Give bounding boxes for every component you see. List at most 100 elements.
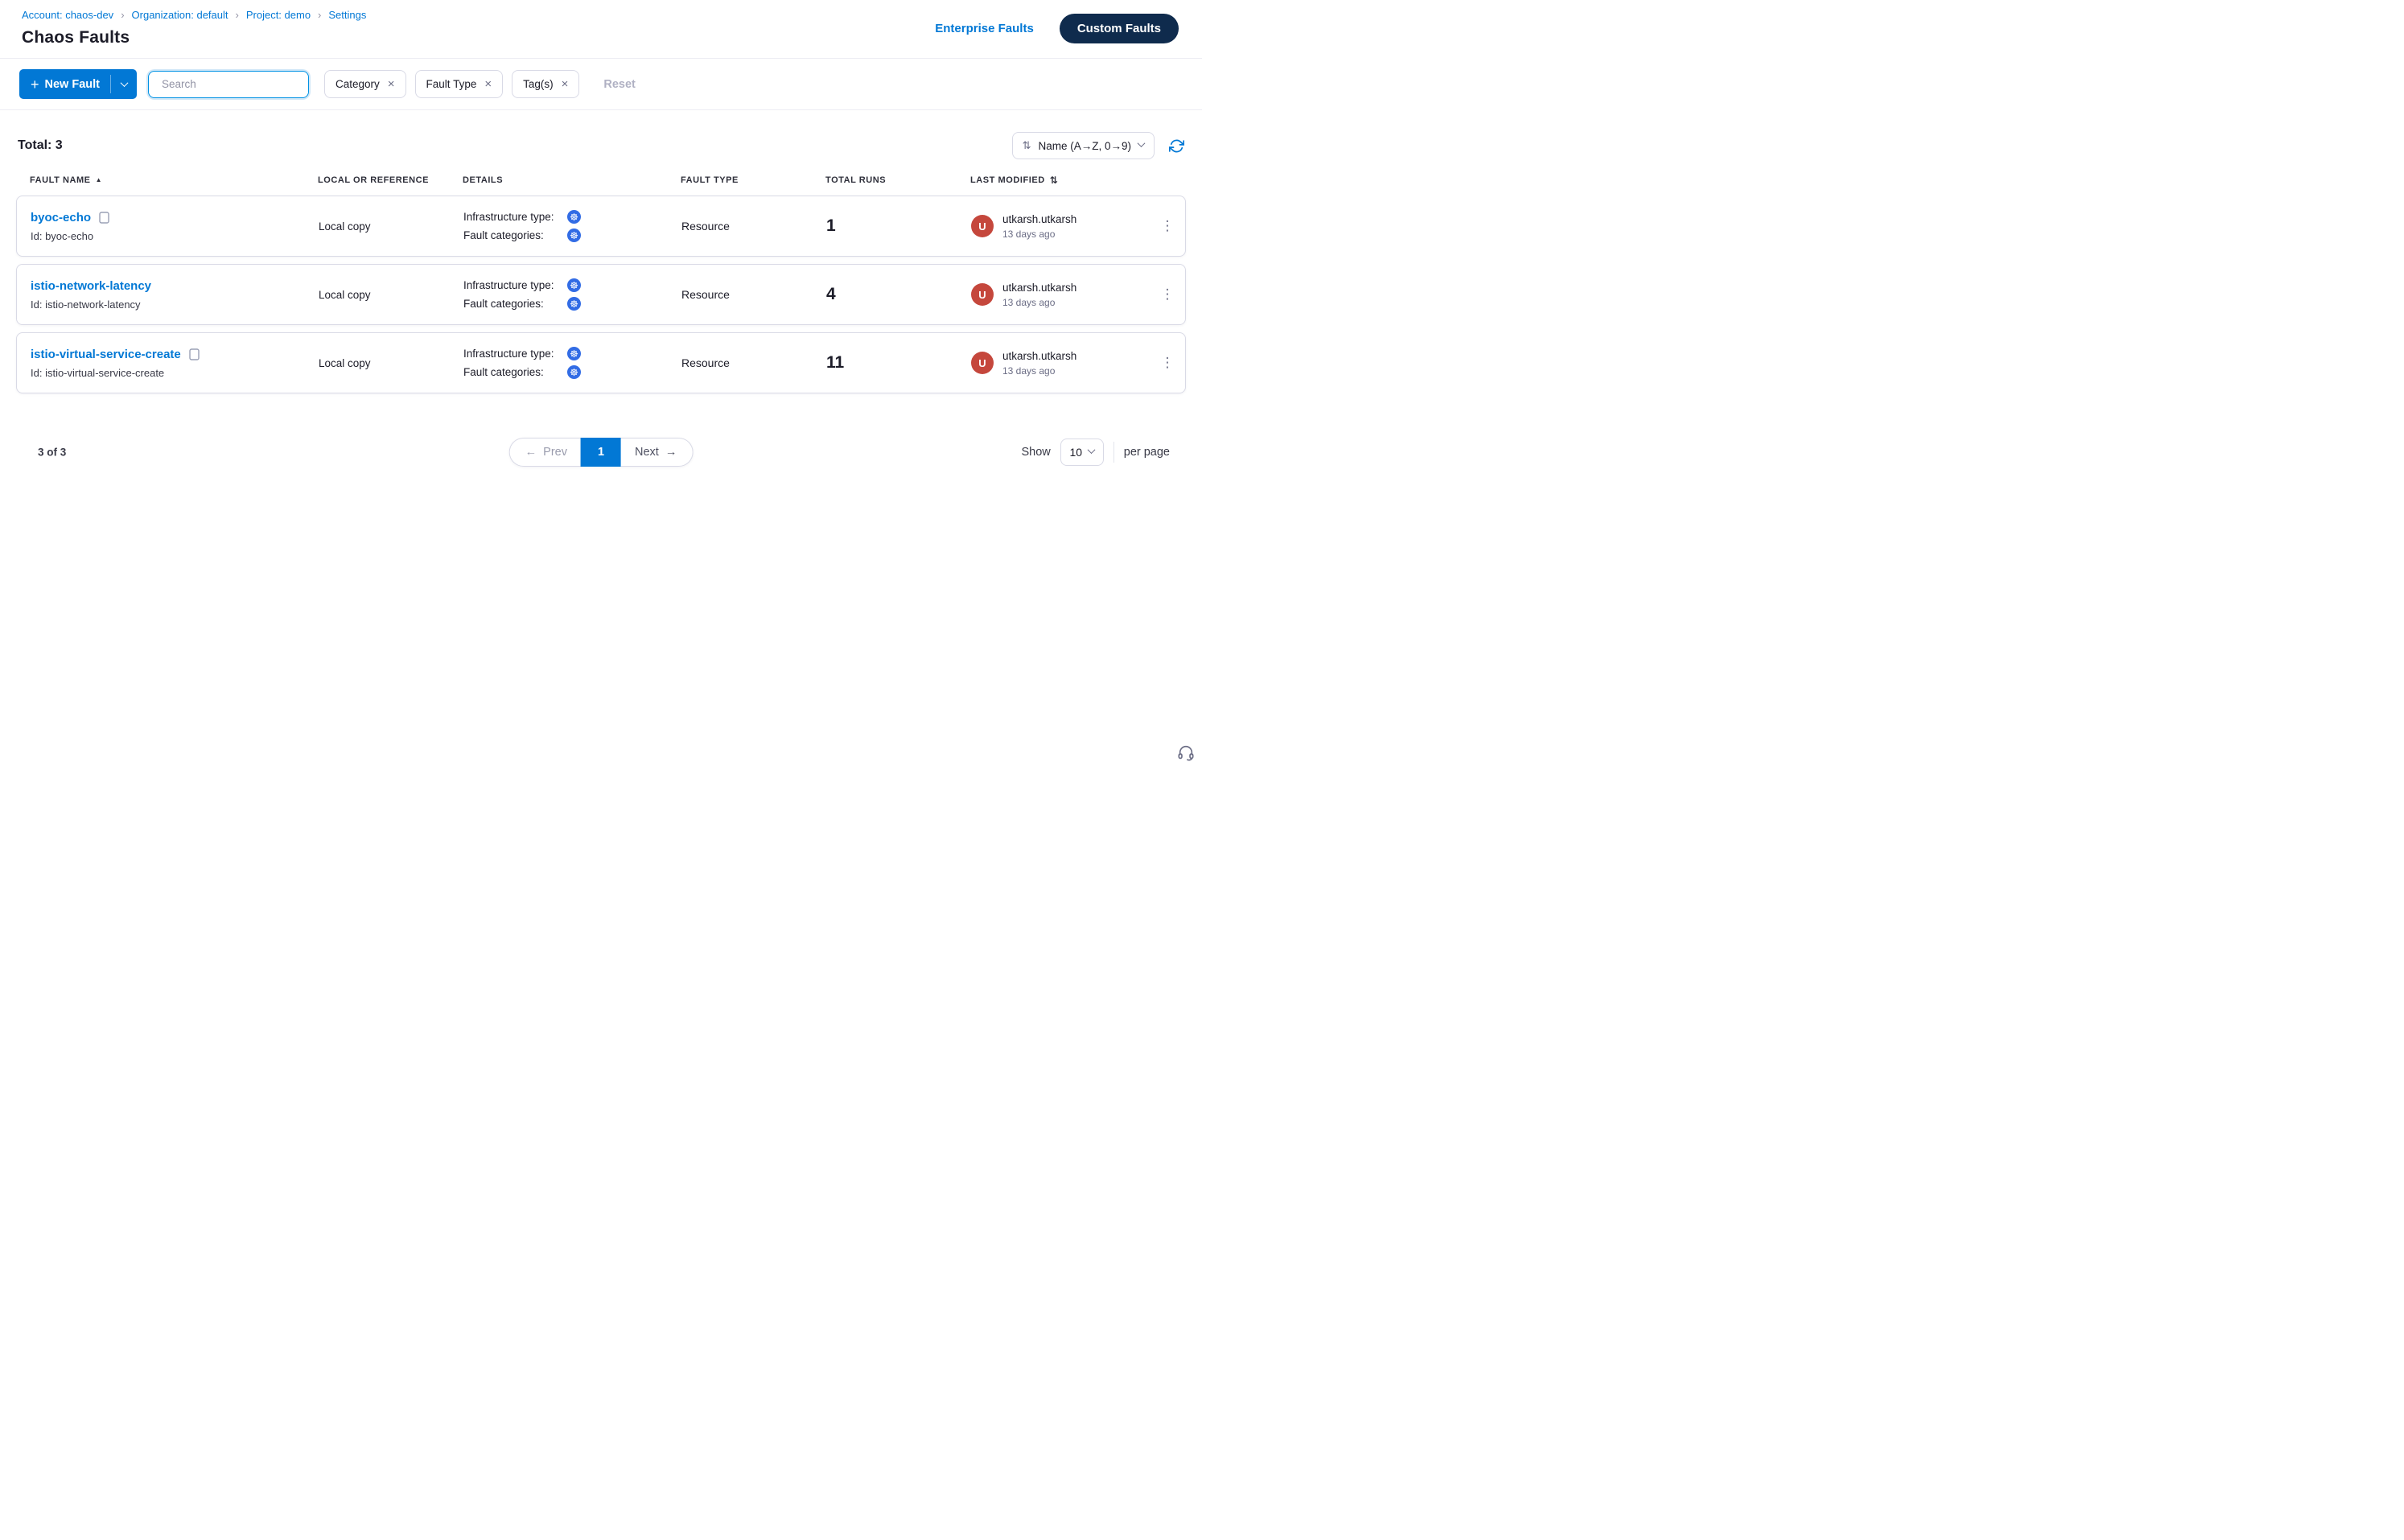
headset-icon [1177,744,1195,762]
sort-icon: ⇅ [1023,139,1031,152]
pagination: 3 of 3 ← Prev 1 Next → Show 10 per page [16,436,1186,468]
filter-pill-category[interactable]: Category × [324,70,406,98]
fault-id: Id: istio-network-latency [31,299,319,311]
refresh-icon [1169,138,1184,154]
infrastructure-type-label: Infrastructure type: [463,211,567,223]
breadcrumb-separator: › [236,9,239,21]
refresh-button[interactable] [1169,138,1184,154]
table-row: istio-virtual-service-create Id: istio-v… [16,332,1186,393]
avatar: U [971,215,994,237]
chevron-down-icon [120,79,128,87]
table-column-headers: FAULT NAME ▲ LOCAL OR REFERENCE DETAILS … [16,175,1186,185]
row-menu-button[interactable]: ⋮ [1150,286,1185,303]
column-header-last-modified[interactable]: LAST MODIFIED ⇅ [970,175,1151,185]
filter-pill-fault-type[interactable]: Fault Type × [415,70,504,98]
divider [1113,442,1114,463]
total-count: Total: 3 [18,138,63,153]
column-header-total-runs: TOTAL RUNS [825,175,970,185]
page-size-select[interactable]: 10 [1060,439,1104,466]
page-header: Account: chaos-dev › Organization: defau… [0,0,1202,59]
kubernetes-icon: ☸ [567,278,581,292]
sort-ascending-icon: ▲ [96,177,102,183]
fault-type: Resource [681,220,826,233]
prev-label: Prev [543,446,567,459]
search-input[interactable] [162,78,304,90]
modified-by: utkarsh.utkarsh [1002,282,1076,294]
toolbar: + New Fault Category × Fault Type × Tag(… [0,59,1202,110]
column-header-fault-name[interactable]: FAULT NAME ▲ [30,175,318,185]
breadcrumb-account[interactable]: Account: chaos-dev [22,9,113,21]
breadcrumb-organization[interactable]: Organization: default [132,9,228,21]
search-box [148,71,309,98]
page-size-value: 10 [1069,446,1082,459]
modified-date: 13 days ago [1002,365,1076,377]
prev-page-button[interactable]: ← Prev [509,438,581,467]
arrow-left-icon: ← [525,446,537,459]
fault-name-link[interactable]: istio-virtual-service-create [31,348,181,361]
page-size-controls: Show 10 per page [1021,439,1170,466]
table-row: istio-network-latency Id: istio-network-… [16,264,1186,325]
filter-pill-tags[interactable]: Tag(s) × [512,70,579,98]
last-modified-cell: U utkarsh.utkarsh 13 days ago [971,350,1150,377]
fault-categories-label: Fault categories: [463,366,567,378]
column-label: LAST MODIFIED [970,175,1045,185]
breadcrumb-settings[interactable]: Settings [328,9,366,21]
fault-name-link[interactable]: istio-network-latency [31,279,151,293]
plus-icon: + [31,77,39,92]
support-chat-button[interactable] [1177,744,1195,764]
custom-faults-button[interactable]: Custom Faults [1060,14,1179,43]
sort-dropdown[interactable]: ⇅ Name (A→Z, 0→9) [1012,132,1155,159]
fault-id: Id: byoc-echo [31,230,319,242]
kubernetes-icon: ☸ [567,365,581,379]
modified-date: 13 days ago [1002,297,1076,308]
breadcrumb-project[interactable]: Project: demo [246,9,311,21]
pagination-range: 3 of 3 [38,447,66,459]
modified-by: utkarsh.utkarsh [1002,350,1076,362]
reset-button[interactable]: Reset [603,78,636,91]
last-modified-cell: U utkarsh.utkarsh 13 days ago [971,213,1150,240]
avatar: U [971,283,994,306]
show-label: Show [1021,446,1050,459]
column-label: TOTAL RUNS [825,175,886,185]
details-cell: Infrastructure type: ☸ Fault categories:… [463,278,681,311]
total-runs: 11 [826,353,971,373]
local-or-reference: Local copy [319,220,463,233]
next-label: Next [635,446,659,459]
page-1-button[interactable]: 1 [581,438,621,467]
fault-type: Resource [681,356,826,369]
new-fault-button[interactable]: + New Fault [19,69,110,99]
fault-type: Resource [681,288,826,301]
breadcrumb-separator: › [318,9,321,21]
modified-by: utkarsh.utkarsh [1002,213,1076,225]
row-menu-button[interactable]: ⋮ [1150,218,1185,234]
kubernetes-icon: ☸ [567,210,581,224]
column-header-local-or-reference: LOCAL OR REFERENCE [318,175,463,185]
next-page-button[interactable]: Next → [621,438,693,467]
column-header-fault-type: FAULT TYPE [681,175,825,185]
pager: ← Prev 1 Next → [509,438,694,467]
modified-date: 13 days ago [1002,229,1076,240]
list-controls: Total: 3 ⇅ Name (A→Z, 0→9) [16,132,1186,159]
close-icon[interactable]: × [484,78,492,90]
last-modified-cell: U utkarsh.utkarsh 13 days ago [971,282,1150,308]
close-icon[interactable]: × [388,78,395,90]
details-cell: Infrastructure type: ☸ Fault categories:… [463,347,681,379]
column-label: FAULT NAME [30,175,91,185]
column-header-details: DETAILS [463,175,681,185]
column-label: LOCAL OR REFERENCE [318,175,429,185]
infrastructure-type-label: Infrastructure type: [463,279,567,291]
enterprise-faults-link[interactable]: Enterprise Faults [935,22,1034,35]
new-fault-split-button: + New Fault [19,69,137,99]
close-icon[interactable]: × [562,78,569,90]
doc-icon [99,212,109,224]
new-fault-dropdown-button[interactable] [111,69,137,99]
fault-name-link[interactable]: byoc-echo [31,211,91,224]
table-row: byoc-echo Id: byoc-echo Local copy Infra… [16,196,1186,257]
filter-pills: Category × Fault Type × Tag(s) × [324,70,579,98]
chevron-down-icon [1088,446,1096,454]
kubernetes-icon: ☸ [567,229,581,242]
header-actions: Enterprise Faults Custom Faults [935,14,1179,43]
filter-label: Fault Type [426,78,477,90]
row-menu-button[interactable]: ⋮ [1150,355,1185,371]
fault-categories-label: Fault categories: [463,229,567,241]
